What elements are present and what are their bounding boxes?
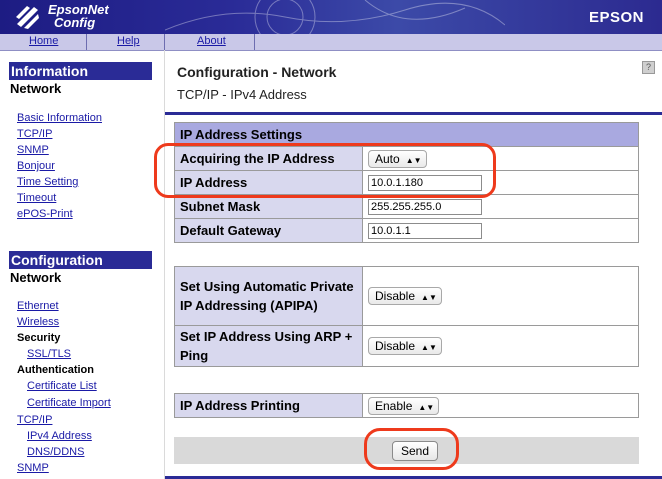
brand-name: EpsonNet Config	[48, 3, 109, 29]
sidebar-subheading-network: Network	[10, 81, 62, 96]
sidebar-label-security: Security	[17, 332, 61, 344]
title-divider	[165, 112, 662, 115]
send-bar: Send	[174, 437, 639, 464]
banner-decoration	[165, 0, 505, 34]
apipa-cell: Disable ▲▼	[362, 266, 639, 326]
sidebar-link-wireless[interactable]: Wireless	[17, 316, 59, 328]
arp-ping-select[interactable]: Disable ▲▼	[368, 337, 442, 355]
help-link[interactable]: Help	[117, 35, 140, 47]
apipa-label: Set Using Automatic Private IP Addressin…	[174, 266, 363, 326]
apipa-select[interactable]: Disable ▲▼	[368, 287, 442, 305]
default-gateway-label: Default Gateway	[174, 218, 363, 243]
ip-settings-table: IP Address Settings Acquiring the IP Add…	[174, 122, 639, 243]
printing-table: IP Address Printing Enable ▲▼	[174, 393, 639, 418]
acquiring-ip-select-value: Auto	[375, 151, 400, 166]
sidebar: Information Network Basic Information TC…	[0, 52, 160, 479]
acquiring-ip-select[interactable]: Auto ▲▼	[368, 149, 427, 168]
sidebar-link-dns-ddns[interactable]: DNS/DDNS	[27, 446, 84, 458]
ip-printing-label: IP Address Printing	[174, 393, 363, 418]
default-gateway-input[interactable]: 10.0.1.1	[368, 223, 482, 239]
sidebar-link-tcpip-config[interactable]: TCP/IP	[17, 414, 52, 426]
nav-separator	[164, 34, 165, 50]
ip-printing-select[interactable]: Enable ▲▼	[368, 396, 440, 415]
sidebar-link-snmp[interactable]: SNMP	[17, 144, 49, 156]
sidebar-link-timeout[interactable]: Timeout	[17, 192, 56, 204]
about-link[interactable]: About	[197, 35, 226, 47]
sidebar-link-bonjour[interactable]: Bonjour	[17, 160, 55, 172]
subnet-mask-cell: 255.255.255.0	[362, 194, 639, 219]
subnet-mask-label: Subnet Mask	[174, 194, 363, 219]
home-link[interactable]: Home	[29, 35, 58, 47]
sidebar-link-tcpip[interactable]: TCP/IP	[17, 128, 52, 140]
nav-separator	[86, 34, 87, 50]
subnet-mask-input[interactable]: 255.255.255.0	[368, 199, 482, 215]
select-arrows-icon: ▲▼	[405, 155, 422, 165]
ip-address-input[interactable]: 10.0.1.180	[368, 175, 482, 191]
sidebar-link-snmp-config[interactable]: SNMP	[17, 462, 49, 474]
sidebar-link-epos-print[interactable]: ePOS-Print	[17, 208, 73, 220]
ip-printing-cell: Enable ▲▼	[362, 393, 639, 418]
page-subtitle: TCP/IP - IPv4 Address	[177, 87, 307, 102]
brand-line-2: Config	[54, 15, 96, 30]
sidebar-link-ethernet[interactable]: Ethernet	[17, 300, 59, 312]
sidebar-link-certificate-import[interactable]: Certificate Import	[27, 397, 111, 409]
sidebar-link-ssl-tls[interactable]: SSL/TLS	[27, 348, 71, 360]
acquiring-ip-cell: Auto ▲▼	[362, 146, 639, 171]
arp-ping-cell: Disable ▲▼	[362, 325, 639, 367]
main-panel: Configuration - Network TCP/IP - IPv4 Ad…	[165, 52, 662, 479]
select-arrows-icon: ▲▼	[421, 343, 437, 352]
top-navbar: Home Help About	[0, 34, 662, 51]
sidebar-label-authentication: Authentication	[17, 364, 94, 376]
select-arrows-icon: ▲▼	[421, 293, 437, 302]
apipa-select-value: Disable	[375, 289, 416, 303]
ip-printing-select-value: Enable	[375, 398, 413, 413]
page-title: Configuration - Network	[177, 64, 337, 80]
arp-ping-label: Set IP Address Using ARP + Ping	[174, 325, 363, 367]
help-icon[interactable]: ?	[642, 61, 655, 74]
epson-logo-text: EPSON	[588, 9, 644, 26]
ip-address-cell: 10.0.1.180	[362, 170, 639, 195]
sidebar-link-time-setting[interactable]: Time Setting	[17, 176, 78, 188]
auto-ip-table: Set Using Automatic Private IP Addressin…	[174, 266, 639, 367]
select-arrows-icon: ▲▼	[418, 402, 435, 412]
ip-settings-header: IP Address Settings	[174, 122, 639, 147]
nav-separator	[254, 34, 255, 50]
default-gateway-cell: 10.0.1.1	[362, 218, 639, 243]
sidebar-link-basic-information[interactable]: Basic Information	[17, 112, 102, 124]
acquiring-ip-label: Acquiring the IP Address	[174, 146, 363, 171]
ip-address-label: IP Address	[174, 170, 363, 195]
header-banner: EpsonNet Config EPSON	[0, 0, 662, 34]
sidebar-link-certificate-list[interactable]: Certificate List	[27, 380, 97, 392]
sidebar-link-ipv4-address[interactable]: IPv4 Address	[27, 430, 92, 442]
epsonnet-logo-icon	[16, 6, 39, 29]
sidebar-heading-configuration: Configuration	[9, 251, 152, 269]
sidebar-heading-information: Information	[9, 62, 152, 80]
sidebar-subheading-network: Network	[10, 270, 62, 285]
arp-ping-select-value: Disable	[375, 339, 416, 353]
send-button[interactable]: Send	[392, 441, 438, 461]
